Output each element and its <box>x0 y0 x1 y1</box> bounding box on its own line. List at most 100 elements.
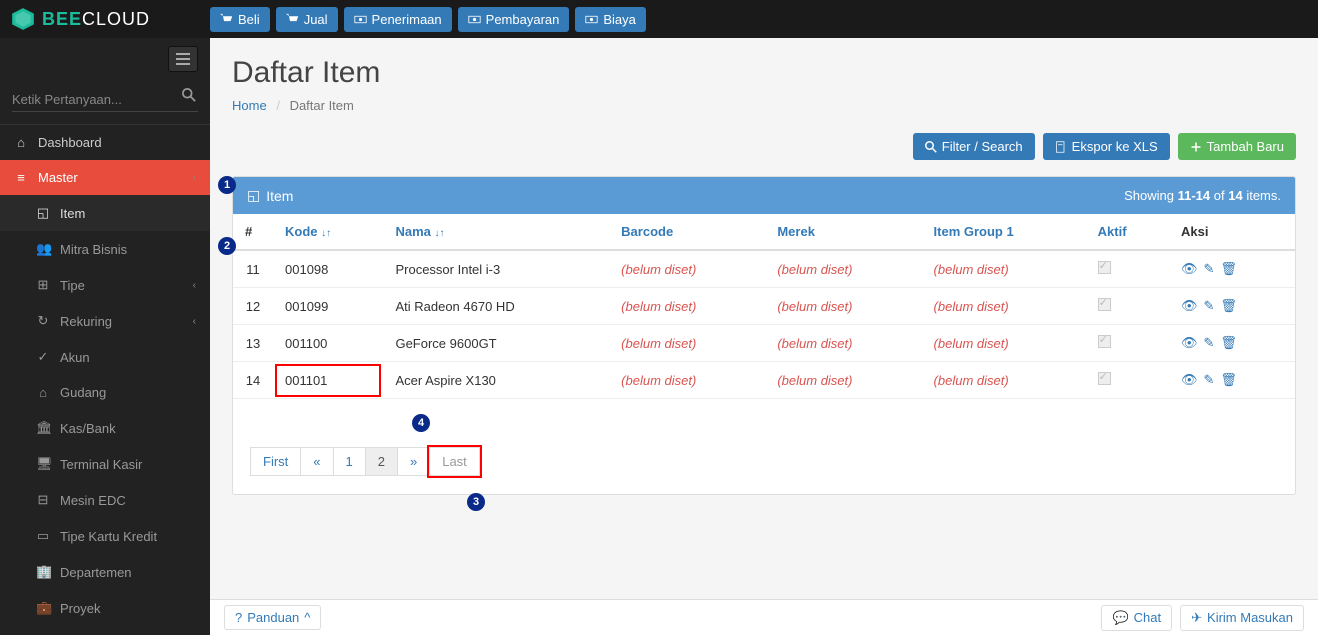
col-nama[interactable]: Nama ↓↑ <box>383 214 609 250</box>
chat-button[interactable]: 💬Chat <box>1101 605 1172 631</box>
submenu-tipe[interactable]: ⊞Tipe‹ <box>0 267 210 303</box>
submenu-tipe-kartu-kredit[interactable]: ▭Tipe Kartu Kredit <box>0 518 210 554</box>
submenu-mesin-edc[interactable]: ⊟Mesin EDC <box>0 482 210 518</box>
nav-beli[interactable]: Beli <box>210 7 270 32</box>
kirim-masukan-button[interactable]: ✈Kirim Masukan <box>1180 605 1304 631</box>
col-group[interactable]: Item Group 1 <box>922 214 1086 250</box>
page-prev[interactable]: « <box>300 447 333 476</box>
menu-master[interactable]: ≡Master‹ <box>0 160 210 195</box>
submenu-proyek[interactable]: 💼Proyek <box>0 590 210 626</box>
page-first[interactable]: First <box>250 447 301 476</box>
button-label: Filter / Search <box>942 139 1023 154</box>
pagination: First « 1 2 » Last <box>233 429 1295 494</box>
row-index: 14 <box>233 362 273 399</box>
items-panel: ◱ Item Showing 11-14 of 14 items. # Kode… <box>232 176 1296 495</box>
row-aktif <box>1086 325 1169 362</box>
submenu-label: Item <box>60 206 85 221</box>
submenu-label: Departemen <box>60 565 132 580</box>
view-icon[interactable]: 👁 <box>1181 261 1198 277</box>
submenu-terminal-kasir[interactable]: 🖥Terminal Kasir <box>0 446 210 482</box>
edit-icon[interactable]: ✎ <box>1204 261 1215 277</box>
nav-pembayaran[interactable]: Pembayaran <box>458 7 570 32</box>
col-aktif[interactable]: Aktif <box>1086 214 1169 250</box>
export-xls-button[interactable]: Ekspor ke XLS <box>1043 133 1170 160</box>
breadcrumb-home[interactable]: Home <box>232 98 267 113</box>
check-icon: ✓ <box>36 349 50 365</box>
send-icon: ✈ <box>1191 610 1202 626</box>
page-next[interactable]: » <box>397 447 430 476</box>
users-icon: 👥 <box>36 241 50 257</box>
submenu-kas-bank[interactable]: 🏛Kas/Bank <box>0 410 210 446</box>
button-label: Panduan <box>247 610 299 625</box>
sidebar-toggle-wrap <box>0 38 210 80</box>
home-icon: ⌂ <box>36 385 50 400</box>
row-nama: Processor Intel i-3 <box>383 250 609 288</box>
row-aksi: 👁 ✎ 🗑 <box>1169 250 1295 288</box>
col-merek[interactable]: Merek <box>765 214 921 250</box>
nav-jual[interactable]: Jual <box>276 7 338 32</box>
refresh-icon: ↻ <box>36 313 50 329</box>
delete-icon[interactable]: 🗑 <box>1220 298 1237 314</box>
view-icon[interactable]: 👁 <box>1181 298 1198 314</box>
row-kode: 001100 <box>273 325 383 362</box>
table-row: 14 001101 Acer Aspire X130 (belum diset)… <box>233 362 1295 399</box>
chevron-up-icon: ^ <box>304 610 310 625</box>
page-last[interactable]: Last <box>429 447 480 476</box>
filter-search-button[interactable]: Filter / Search <box>913 133 1035 160</box>
search-icon[interactable] <box>182 88 196 105</box>
row-index: 12 <box>233 288 273 325</box>
nav-penerimaan[interactable]: Penerimaan <box>344 7 452 32</box>
submenu-label: Gudang <box>60 385 106 400</box>
submenu-label: Tipe Kartu Kredit <box>60 529 157 544</box>
panel-title: ◱ Item <box>247 187 293 204</box>
submenu-label: Kas/Bank <box>60 421 116 436</box>
annotation-badge-3: 3 <box>467 493 485 511</box>
logo-text-light: CLOUD <box>82 9 150 29</box>
breadcrumb-current: Daftar Item <box>290 98 354 113</box>
sort-icon: ↓↑ <box>321 228 331 239</box>
col-kode[interactable]: Kode ↓↑ <box>273 214 383 250</box>
menu-dashboard[interactable]: ⌂ Dashboard <box>0 125 210 160</box>
submenu-mitra-bisnis[interactable]: 👥Mitra Bisnis <box>0 231 210 267</box>
row-nama: Acer Aspire X130 <box>383 362 609 399</box>
delete-icon[interactable]: 🗑 <box>1220 372 1237 388</box>
menu-label: Dashboard <box>38 135 102 150</box>
submenu-akun[interactable]: ✓Akun <box>0 339 210 375</box>
panduan-button[interactable]: ?Panduan ^ <box>224 605 321 630</box>
edit-icon[interactable]: ✎ <box>1204 298 1215 314</box>
logo: BEECLOUD <box>10 6 210 32</box>
logo-icon <box>10 6 36 32</box>
view-icon[interactable]: 👁 <box>1181 372 1198 388</box>
view-icon[interactable]: 👁 <box>1181 335 1198 351</box>
page-1[interactable]: 1 <box>333 447 366 476</box>
search-input[interactable] <box>12 88 198 112</box>
row-merek: (belum diset) <box>765 362 921 399</box>
row-group: (belum diset) <box>922 362 1086 399</box>
page-2[interactable]: 2 <box>365 447 398 476</box>
tambah-baru-button[interactable]: Tambah Baru <box>1178 133 1296 160</box>
submenu-kota[interactable]: 📍Kota <box>0 626 210 635</box>
panel-header: ◱ Item Showing 11-14 of 14 items. <box>233 177 1295 214</box>
row-kode: 001101 <box>273 362 383 399</box>
dashboard-icon: ⌂ <box>14 135 28 150</box>
nav-biaya[interactable]: Biaya <box>575 7 646 32</box>
edit-icon[interactable]: ✎ <box>1204 335 1215 351</box>
briefcase-icon: 💼 <box>36 600 50 616</box>
annotation-badge-2: 2 <box>218 237 236 255</box>
checkbox-disabled-icon <box>1098 335 1111 348</box>
submenu-item[interactable]: ◱Item <box>0 195 210 231</box>
sidebar-toggle-button[interactable] <box>168 46 198 72</box>
row-nama: GeForce 9600GT <box>383 325 609 362</box>
col-barcode[interactable]: Barcode <box>609 214 765 250</box>
col-aksi: Aksi <box>1169 214 1295 250</box>
chevron-left-icon: ‹ <box>193 280 196 291</box>
submenu-departemen[interactable]: 🏢Departemen <box>0 554 210 590</box>
row-group: (belum diset) <box>922 288 1086 325</box>
delete-icon[interactable]: 🗑 <box>1220 261 1237 277</box>
row-aktif <box>1086 288 1169 325</box>
submenu-gudang[interactable]: ⌂ Gudang <box>0 375 210 410</box>
submenu-rekuring[interactable]: ↻Rekuring‹ <box>0 303 210 339</box>
delete-icon[interactable]: 🗑 <box>1220 335 1237 351</box>
edit-icon[interactable]: ✎ <box>1204 372 1215 388</box>
hamburger-icon <box>176 53 190 65</box>
